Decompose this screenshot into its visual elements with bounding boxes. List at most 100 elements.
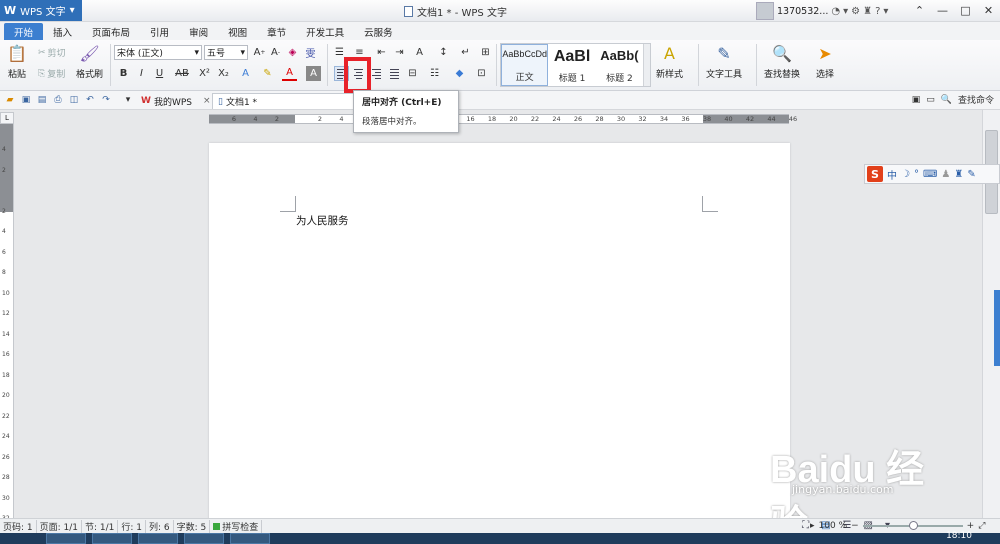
- tab-view[interactable]: 视图: [218, 23, 257, 40]
- text-effect-icon[interactable]: A: [238, 66, 253, 81]
- dropdown-icon[interactable]: ▾: [843, 6, 848, 17]
- clock[interactable]: 18:10: [946, 531, 972, 541]
- underline-icon[interactable]: U: [152, 66, 167, 81]
- status-section[interactable]: 节: 1/1: [82, 519, 119, 533]
- font-size-select[interactable]: 五号 ▾: [204, 45, 248, 60]
- share-icon[interactable]: ▣: [912, 95, 921, 105]
- punct-icon[interactable]: °: [914, 169, 919, 180]
- output-pdf-icon[interactable]: ▤: [36, 94, 48, 106]
- style-heading-2[interactable]: AaBb( 标题 2: [596, 44, 643, 86]
- document-text[interactable]: 为人民服务: [296, 213, 349, 228]
- zoom-slider-knob[interactable]: [908, 521, 918, 530]
- char-shading-icon[interactable]: A: [306, 66, 321, 81]
- print-icon[interactable]: ⎙: [52, 94, 64, 106]
- zoom-slider[interactable]: [862, 521, 963, 530]
- avatar[interactable]: [756, 2, 774, 20]
- account-name[interactable]: 1370532...: [777, 6, 828, 17]
- help-icon[interactable]: ?: [875, 6, 880, 17]
- decrease-indent-icon[interactable]: ⇤: [374, 45, 389, 60]
- zoom-menu-icon[interactable]: ▸: [810, 521, 815, 531]
- vertical-ruler[interactable]: 422468101214161820222426283032: [0, 124, 14, 522]
- account-area[interactable]: 1370532... ◔ ▾ ⚙ ♜ ? ▾: [756, 0, 908, 22]
- user-icon[interactable]: ♟: [941, 169, 950, 180]
- print-preview-icon[interactable]: ◫: [68, 94, 80, 106]
- fit-icon[interactable]: ⤢: [978, 521, 985, 531]
- wrench-icon[interactable]: ✎: [967, 169, 975, 180]
- line-spacing-icon[interactable]: ☷: [427, 66, 442, 81]
- tab-references[interactable]: 引用: [140, 23, 179, 40]
- shrink-font-icon[interactable]: A-: [268, 45, 283, 60]
- moon-icon[interactable]: ☽: [901, 169, 910, 180]
- fullscreen-icon[interactable]: ⛶: [802, 520, 809, 531]
- new-style-button[interactable]: A 新样式: [656, 42, 683, 81]
- taskbar-item[interactable]: [92, 533, 132, 544]
- tab-my-wps[interactable]: W 我的WPS ×: [136, 93, 216, 109]
- document-page[interactable]: [209, 143, 790, 523]
- tab-stop-selector[interactable]: L: [0, 112, 14, 124]
- table-icon[interactable]: ⊞: [478, 45, 493, 60]
- search-command-label[interactable]: 查找命令: [958, 93, 994, 106]
- status-words[interactable]: 字数: 5: [174, 519, 211, 533]
- italic-icon[interactable]: I: [134, 66, 149, 81]
- tab-review[interactable]: 审阅: [179, 23, 218, 40]
- undo-icon[interactable]: ↶: [84, 94, 96, 106]
- ime-mode[interactable]: 中: [887, 167, 897, 182]
- search-icon[interactable]: 🔍: [941, 95, 952, 105]
- status-pages[interactable]: 页面: 1/1: [37, 519, 83, 533]
- font-name-select[interactable]: 宋体 (正文) ▾: [114, 45, 202, 60]
- select-button[interactable]: ➤ 选择: [814, 42, 836, 81]
- paste-button[interactable]: 📋 粘贴: [6, 42, 28, 81]
- tab-developer[interactable]: 开发工具: [296, 23, 354, 40]
- gallery-scrollbar[interactable]: [643, 44, 650, 86]
- status-page-number[interactable]: 页码: 1: [0, 519, 37, 533]
- justify-icon[interactable]: [387, 66, 402, 81]
- format-painter-button[interactable]: 🖌 格式刷: [76, 42, 103, 81]
- taskbar-item[interactable]: [46, 533, 86, 544]
- close-button[interactable]: ✕: [977, 0, 1000, 21]
- skin-icon[interactable]: ⚙: [851, 6, 860, 17]
- text-direction-icon[interactable]: A: [412, 45, 427, 60]
- tab-page-layout[interactable]: 页面布局: [82, 23, 140, 40]
- find-replace-button[interactable]: 🔍 查找替换: [764, 42, 800, 81]
- taskbar-item[interactable]: [230, 533, 270, 544]
- style-normal[interactable]: AaBbCcDd 正文: [501, 44, 549, 86]
- redo-icon[interactable]: ↷: [100, 94, 112, 106]
- qat-dropdown-icon[interactable]: ▾: [122, 94, 134, 106]
- taskbar-item[interactable]: [138, 533, 178, 544]
- save-icon[interactable]: ▣: [20, 94, 32, 106]
- strikethrough-icon[interactable]: AB: [171, 66, 193, 81]
- shirt-icon[interactable]: ♜: [863, 6, 872, 17]
- ime-toolbar[interactable]: S 中 ☽ ° ⌨ ♟ ♜ ✎: [864, 164, 1000, 184]
- options-icon[interactable]: ▾: [883, 6, 888, 17]
- keyboard-icon[interactable]: ⌨: [923, 169, 937, 180]
- font-color-icon[interactable]: A: [282, 66, 297, 81]
- shirt-icon[interactable]: ♜: [954, 169, 963, 180]
- taskbar-item[interactable]: [184, 533, 224, 544]
- tab-document1[interactable]: ▯ 文档1 *: [212, 93, 356, 109]
- horizontal-ruler[interactable]: 6422468101214161820222426283032343638404…: [209, 114, 797, 124]
- tab-cloud[interactable]: 云服务: [354, 23, 403, 40]
- wps-app-menu[interactable]: W WPS 文字 ▾: [0, 0, 82, 21]
- cut-button[interactable]: ✂ 剪切: [38, 46, 66, 60]
- tab-home[interactable]: 开始: [4, 23, 44, 40]
- distributed-icon[interactable]: ⊟: [405, 66, 420, 81]
- style-heading-1[interactable]: AaBl 标题 1: [548, 44, 595, 86]
- superscript-icon[interactable]: X²: [197, 66, 212, 81]
- copy-button[interactable]: ⎘ 复制: [38, 67, 65, 81]
- spell-check-toggle[interactable]: 拼写检查: [210, 519, 263, 533]
- minimize-button[interactable]: —: [931, 0, 954, 21]
- tab-chapter[interactable]: 章节: [257, 23, 296, 40]
- border-icon[interactable]: ⊡: [474, 66, 489, 81]
- shading-icon[interactable]: ◆: [452, 66, 467, 81]
- zoom-out-icon[interactable]: −: [851, 521, 859, 531]
- highlight-icon[interactable]: ✎: [260, 66, 275, 81]
- minimize-doc-icon[interactable]: ▭: [926, 95, 935, 105]
- open-icon[interactable]: ▰: [4, 94, 16, 106]
- subscript-icon[interactable]: X₂: [216, 66, 231, 81]
- text-tools-button[interactable]: ✎ 文字工具: [706, 42, 742, 81]
- close-icon[interactable]: ×: [203, 96, 211, 106]
- ribbon-collapse-icon[interactable]: ⌃: [908, 0, 931, 21]
- zoom-value[interactable]: 100 %: [819, 521, 848, 531]
- cloud-icon[interactable]: ◔: [831, 6, 840, 17]
- side-panel-tab[interactable]: [994, 290, 1000, 366]
